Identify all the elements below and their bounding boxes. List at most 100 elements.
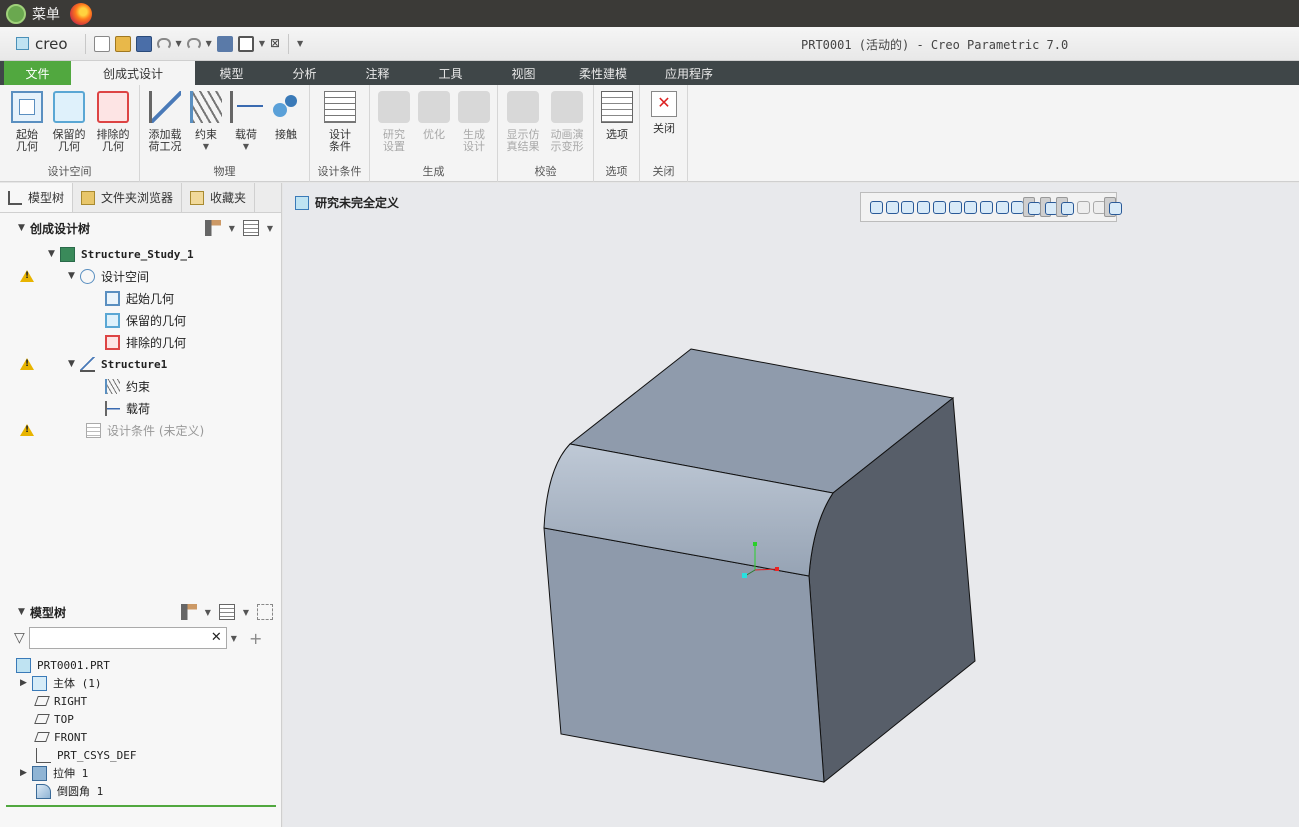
tree-node-top-plane[interactable]: TOP [34, 709, 74, 729]
tree-node-start-geometry[interactable]: 起始几何 [105, 288, 174, 308]
tree-node-keep-geometry[interactable]: 保留的几何 [105, 310, 186, 330]
group-design-conditions: 设计 条件 设计条件 [310, 85, 370, 182]
close-icon [651, 91, 677, 117]
tree-columns-icon[interactable] [242, 220, 259, 236]
animate-deformation-icon [551, 91, 583, 123]
os-menu-icon[interactable] [6, 3, 26, 24]
customize-toolbar-icon[interactable]: ▼ [297, 39, 303, 48]
tree-node-design-conditions[interactable]: 设计条件 (未定义) [86, 420, 204, 440]
tree-node-right-plane[interactable]: RIGHT [34, 691, 87, 711]
optimize-button[interactable]: 优化 [416, 91, 452, 141]
load-case-icon [149, 91, 181, 123]
redo-dropdown-icon[interactable]: ▼ [206, 39, 212, 48]
windows-icon[interactable] [237, 35, 254, 52]
filter-icon[interactable]: ▽ [14, 630, 25, 646]
tab-view[interactable]: 视图 [487, 61, 560, 85]
exclude-geometry-button[interactable]: 排除的 几何 [92, 91, 134, 153]
expand-icon[interactable]: ▼ [68, 359, 80, 369]
start-geometry-button[interactable]: 起始 几何 [8, 91, 46, 153]
tree-node-design-space[interactable]: ▼ 设计空间 [68, 266, 149, 286]
close-window-icon[interactable]: ⊠ [270, 36, 280, 52]
tab-generative-design[interactable]: 创成式设计 [71, 61, 195, 85]
show-results-icon [507, 91, 539, 123]
tab-folder-browser[interactable]: 文件夹浏览器 [73, 183, 183, 212]
tree-node-load[interactable]: 载荷 [105, 398, 150, 418]
tree-settings-icon[interactable] [180, 604, 197, 620]
tab-model[interactable]: 模型 [195, 61, 268, 85]
tab-tools[interactable]: 工具 [414, 61, 487, 85]
contact-button[interactable]: 接触 [268, 91, 304, 141]
load-button[interactable]: 载荷 ▼ [228, 91, 264, 153]
os-menu-label[interactable]: 菜单 [32, 4, 60, 24]
graphics-window[interactable]: 研究未完全定义 [283, 183, 1299, 827]
close-study-button[interactable]: 关闭 [646, 91, 682, 135]
model-tree-search-input[interactable] [29, 628, 206, 648]
undo-icon[interactable] [156, 37, 171, 50]
tree-columns-dropdown-icon[interactable]: ▼ [267, 224, 273, 233]
options-icon [601, 91, 633, 123]
optimize-icon [418, 91, 450, 123]
tab-applications[interactable]: 应用程序 [646, 61, 732, 85]
options-button[interactable]: 选项 [600, 91, 634, 141]
tree-columns-dropdown-icon[interactable]: ▼ [243, 608, 249, 617]
regenerate-icon[interactable] [216, 35, 233, 52]
expand-icon[interactable]: ▶ [20, 768, 32, 778]
undo-dropdown-icon[interactable]: ▼ [176, 39, 182, 48]
generate-design-icon [458, 91, 490, 123]
tree-node-round[interactable]: 倒圆角 1 [36, 781, 103, 801]
collapse-icon[interactable]: ▼ [18, 223, 30, 233]
tab-analysis[interactable]: 分析 [268, 61, 341, 85]
tree-node-study[interactable]: ▼ Structure_Study_1 [48, 244, 194, 264]
design-criteria-button[interactable]: 设计 条件 [322, 91, 358, 153]
animate-deformation-button[interactable]: 动画演 示变形 [546, 91, 588, 153]
expand-icon[interactable]: ▼ [48, 249, 60, 259]
tree-node-body[interactable]: ▶ 主体 (1) [20, 673, 102, 693]
tree-node-structure[interactable]: ▼ Structure1 [68, 354, 167, 374]
tab-favorites[interactable]: 收藏夹 [182, 183, 256, 212]
search-dropdown-icon[interactable]: ▼ [231, 634, 237, 643]
group-label-design-space: 设计空间 [47, 165, 92, 178]
generate-design-button[interactable]: 生成 设计 [456, 91, 492, 153]
group-generate: 研究 设置 优化 生成 设计 生成 [370, 85, 498, 182]
tree-node-part[interactable]: PRT0001.PRT [16, 655, 110, 675]
load-dropdown-icon[interactable]: ▼ [228, 141, 264, 153]
constraint-dropdown-icon[interactable]: ▼ [188, 141, 224, 153]
load-icon [230, 91, 263, 123]
show-results-button[interactable]: 显示仿 真结果 [502, 91, 544, 153]
open-folder-icon[interactable] [114, 35, 131, 52]
windows-dropdown-icon[interactable]: ▼ [259, 39, 265, 48]
new-file-icon[interactable] [93, 35, 110, 52]
quick-access-toolbar: ▼ ▼ ▼ ⊠ ▼ [82, 33, 303, 54]
add-icon[interactable]: + [249, 629, 262, 648]
creo-logo: creo [16, 35, 68, 53]
study-setup-button[interactable]: 研究 设置 [376, 91, 412, 153]
tab-file[interactable]: 文件 [4, 61, 71, 85]
tree-settings-dropdown-icon[interactable]: ▼ [229, 224, 235, 233]
tree-settings-icon[interactable] [204, 220, 221, 236]
collapse-icon[interactable]: ▼ [18, 607, 30, 617]
tab-model-tree[interactable]: 模型树 [0, 183, 74, 212]
clear-search-icon[interactable]: ✕ [211, 630, 222, 645]
constraint-button[interactable]: 约束 ▼ [188, 91, 224, 153]
tree-node-constraint[interactable]: 约束 [105, 376, 150, 396]
expand-icon[interactable]: ▶ [20, 678, 32, 688]
tree-node-exclude-geometry[interactable]: 排除的几何 [105, 332, 186, 352]
insert-indicator[interactable] [6, 805, 276, 807]
tree-node-csys[interactable]: PRT_CSYS_DEF [36, 745, 136, 765]
tab-flexible-modeling[interactable]: 柔性建模 [560, 61, 646, 85]
keep-geometry-button[interactable]: 保留的 几何 [48, 91, 90, 153]
firefox-icon[interactable] [70, 2, 92, 25]
tree-settings-dropdown-icon[interactable]: ▼ [205, 608, 211, 617]
tree-columns-icon[interactable] [218, 604, 235, 620]
redo-icon[interactable] [186, 37, 201, 50]
model-viewport [543, 348, 976, 783]
group-options: 选项 选项 [594, 85, 640, 182]
add-load-case-button[interactable]: 添加载 荷工况 [144, 91, 186, 153]
tab-annotate[interactable]: 注释 [341, 61, 414, 85]
tree-node-extrude[interactable]: ▶ 拉伸 1 [20, 763, 88, 783]
tree-filter-icon[interactable] [257, 604, 273, 620]
group-design-space: 起始 几何 保留的 几何 排除的 几何 设计空间 [0, 85, 140, 182]
save-icon[interactable] [135, 35, 152, 52]
expand-icon[interactable]: ▼ [68, 271, 80, 281]
tree-node-front-plane[interactable]: FRONT [34, 727, 87, 747]
